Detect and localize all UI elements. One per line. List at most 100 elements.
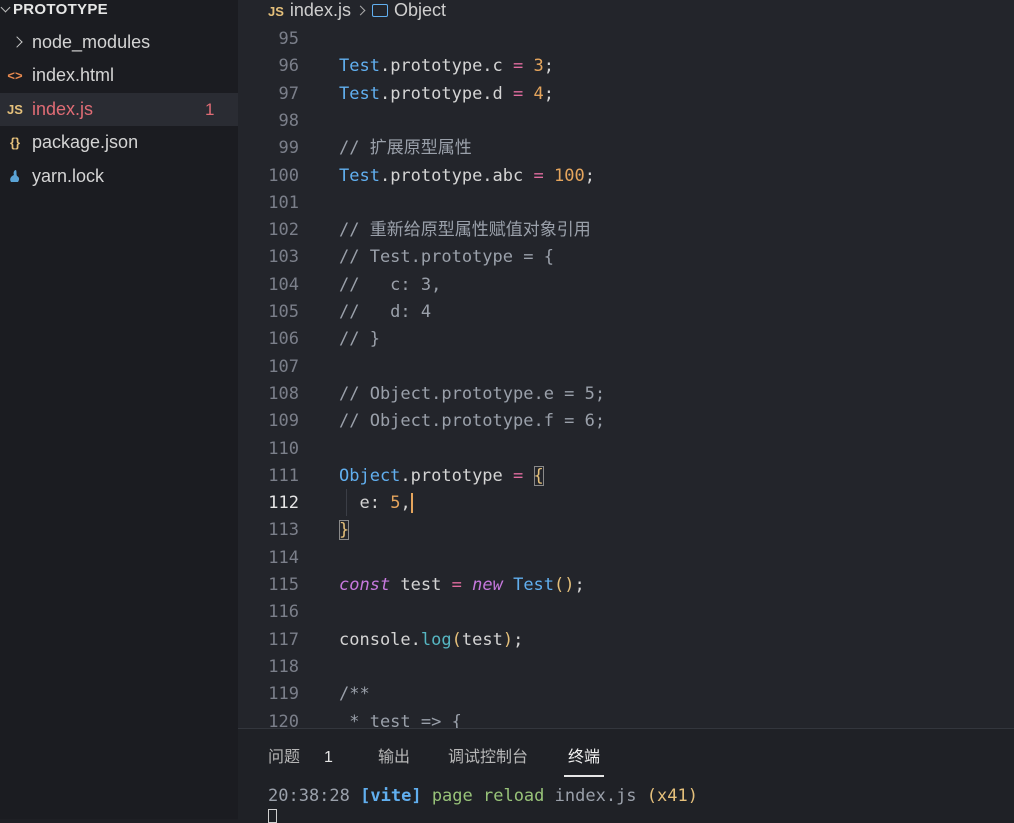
line-number: 99 bbox=[278, 138, 299, 159]
explorer-section-title: PROTOTYPE bbox=[13, 1, 108, 18]
chevron-right-icon bbox=[11, 36, 23, 48]
line-number: 118 bbox=[268, 656, 299, 677]
line-number: 115 bbox=[268, 575, 299, 595]
code-line[interactable]: 99 // 扩展原型属性 bbox=[238, 135, 1014, 162]
line-number: 103 bbox=[268, 247, 299, 268]
tab-output[interactable]: 输出 bbox=[378, 743, 410, 773]
code-line[interactable]: 117 console.log(test); bbox=[238, 627, 1014, 654]
active-tab-indicator bbox=[564, 775, 604, 777]
sidebar-item-index-js[interactable]: JS index.js 1 bbox=[0, 93, 238, 126]
tab-terminal-label: 终端 bbox=[568, 749, 601, 766]
code-line[interactable]: 106 // } bbox=[238, 326, 1014, 353]
code-line[interactable]: 108 // Object.prototype.e = 5; bbox=[238, 381, 1014, 408]
explorer-sidebar: PROTOTYPE node_modules <> index.html JS … bbox=[0, 0, 238, 819]
line-number: 112 bbox=[268, 493, 299, 514]
sidebar-item-yarn-lock[interactable]: yarn.lock bbox=[0, 160, 238, 193]
tab-debug-console[interactable]: 调试控制台 bbox=[448, 743, 528, 773]
code-line[interactable]: 103 // Test.prototype = { bbox=[238, 244, 1014, 271]
file-label: package.json bbox=[32, 132, 139, 152]
line-number: 98 bbox=[278, 110, 299, 131]
code-line[interactable]: 101 bbox=[238, 190, 1014, 217]
code-line[interactable]: 105 // d: 4 bbox=[238, 299, 1014, 326]
code-line[interactable]: 111 Object.prototype = { bbox=[238, 463, 1014, 490]
line-number: 117 bbox=[268, 629, 299, 650]
breadcrumb: JS index.js Object bbox=[268, 0, 446, 22]
terminal-output-line[interactable]: 20:38:28 [vite] page reload index.js (x4… bbox=[268, 786, 698, 806]
terminal-message: page reload bbox=[431, 786, 545, 806]
code-text: console.log(test); bbox=[339, 629, 524, 650]
code-line[interactable]: 120 * test => { bbox=[238, 709, 1014, 729]
code-text: // Object.prototype.e = 5; bbox=[339, 383, 606, 404]
code-text: /** bbox=[339, 684, 370, 705]
code-text: e: 5, bbox=[339, 493, 413, 514]
code-line[interactable]: 118 bbox=[238, 654, 1014, 681]
line-number: 106 bbox=[268, 329, 299, 350]
line-number: 114 bbox=[268, 547, 299, 568]
sidebar-item-index-html[interactable]: <> index.html bbox=[0, 59, 238, 92]
line-number: 108 bbox=[268, 383, 299, 404]
file-label: node_modules bbox=[32, 32, 151, 52]
terminal-count: (x41) bbox=[646, 786, 698, 806]
code-line[interactable]: 102 // 重新给原型属性赋值对象引用 bbox=[238, 217, 1014, 244]
line-number: 96 bbox=[278, 56, 299, 77]
chevron-down-icon bbox=[0, 2, 11, 13]
terminal-tag: [vite] bbox=[360, 786, 422, 806]
line-number: 97 bbox=[278, 83, 299, 104]
code-line[interactable]: 119 /** bbox=[238, 681, 1014, 708]
tab-terminal[interactable]: 终端 bbox=[568, 743, 600, 773]
line-number: 105 bbox=[268, 302, 299, 322]
tab-problems[interactable]: 问题 1 bbox=[268, 743, 333, 773]
tab-debug-console-label: 调试控制台 bbox=[448, 749, 529, 766]
code-text: // Object.prototype.f = 6; bbox=[339, 411, 606, 432]
line-number: 102 bbox=[268, 220, 299, 241]
code-line[interactable]: 109 // Object.prototype.f = 6; bbox=[238, 408, 1014, 435]
problem-count-badge: 1 bbox=[205, 100, 215, 119]
line-number: 101 bbox=[268, 192, 299, 213]
file-label: index.html bbox=[32, 65, 115, 85]
code-line[interactable]: 97 Test.prototype.d = 4; bbox=[238, 81, 1014, 108]
code-text: * test => { bbox=[339, 711, 462, 729]
terminal-time: 20:38:28 bbox=[268, 786, 350, 806]
code-line[interactable]: 98 bbox=[238, 108, 1014, 135]
code-line[interactable]: 114 bbox=[238, 545, 1014, 572]
line-number: 119 bbox=[268, 684, 299, 705]
explorer-section-header[interactable]: PROTOTYPE bbox=[0, 0, 108, 20]
json-file-icon: {} bbox=[9, 135, 21, 150]
line-number: 95 bbox=[278, 29, 299, 49]
code-editor[interactable]: JS index.js Object 95 96 Test.prototype.c = … bbox=[238, 0, 1014, 728]
js-file-icon: JS bbox=[268, 4, 284, 19]
code-line[interactable]: 104 // c: 3, bbox=[238, 272, 1014, 299]
code-text: // 重新给原型属性赋值对象引用 bbox=[339, 220, 591, 241]
line-number: 109 bbox=[268, 411, 299, 432]
code-text: } bbox=[339, 520, 350, 541]
code-line[interactable]: 115 const test = new Test(); bbox=[238, 572, 1014, 599]
code-text: Test.prototype.abc = 100; bbox=[339, 165, 595, 186]
code-text: // } bbox=[339, 329, 380, 350]
tab-output-label: 输出 bbox=[378, 749, 411, 766]
sidebar-item-node-modules[interactable]: node_modules bbox=[0, 26, 238, 59]
js-file-icon: JS bbox=[7, 102, 23, 117]
code-text: Test.prototype.c = 3; bbox=[339, 56, 555, 77]
sidebar-item-package-json[interactable]: {} package.json bbox=[0, 126, 238, 159]
file-label: yarn.lock bbox=[32, 166, 105, 186]
line-number: 111 bbox=[268, 465, 299, 486]
code-line[interactable]: 100 Test.prototype.abc = 100; bbox=[238, 163, 1014, 190]
code-line[interactable]: 96 Test.prototype.c = 3; bbox=[238, 53, 1014, 80]
breadcrumb-file[interactable]: index.js bbox=[290, 0, 351, 20]
code-text: // c: 3, bbox=[339, 274, 442, 295]
bottom-panel: 问题 1 输出 调试控制台 终端 20:38:28 [vite] page rel… bbox=[238, 728, 1014, 823]
code-line[interactable]: 113} bbox=[238, 517, 1014, 544]
code-line[interactable]: 95 bbox=[238, 26, 1014, 53]
line-number: 110 bbox=[268, 438, 299, 459]
breadcrumb-symbol[interactable]: Object bbox=[394, 0, 446, 20]
code-text: // 扩展原型属性 bbox=[339, 138, 472, 159]
code-text: Object.prototype = { bbox=[339, 465, 544, 486]
file-label: index.js bbox=[32, 99, 94, 119]
line-number: 116 bbox=[268, 602, 299, 623]
code-text: const test = new Test(); bbox=[339, 575, 585, 595]
line-number: 107 bbox=[268, 356, 299, 377]
code-line[interactable]: 116 bbox=[238, 599, 1014, 626]
code-line[interactable]: 107 bbox=[238, 354, 1014, 381]
code-line[interactable]: 110 bbox=[238, 436, 1014, 463]
code-line[interactable]: 112 e: 5, bbox=[238, 490, 1014, 517]
